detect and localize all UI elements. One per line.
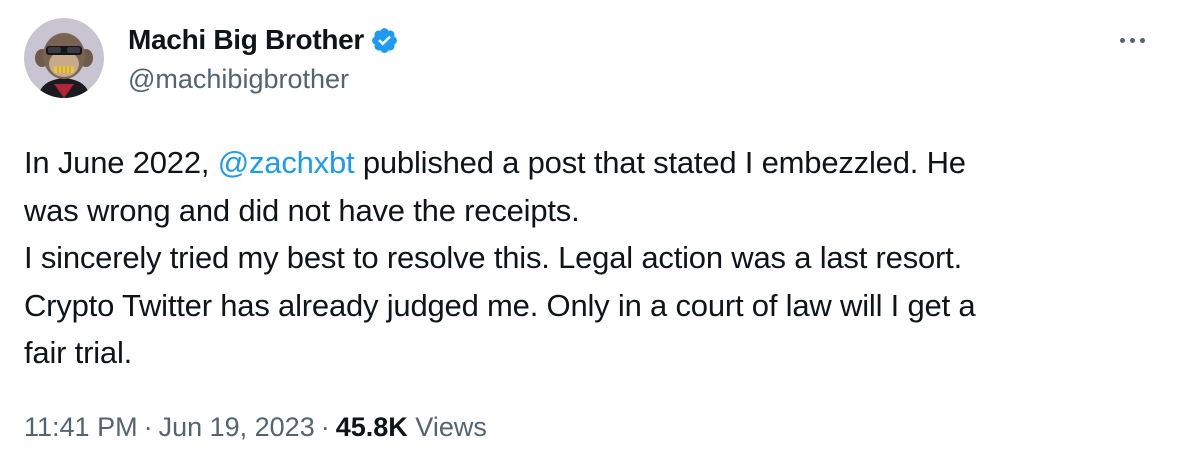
more-options-icon[interactable] <box>1112 24 1152 56</box>
tweet-text: In June 2022, @zachxbt published a post … <box>24 139 1154 377</box>
more-dot <box>1139 37 1145 43</box>
tweet-line: Crypto Twitter has already judged me. On… <box>24 287 976 323</box>
separator: · <box>143 412 153 442</box>
views-link[interactable]: 45.8K Views <box>336 412 487 442</box>
ape-avatar-icon <box>24 18 104 98</box>
author-name-row: Machi Big Brother <box>128 22 399 58</box>
display-name[interactable]: Machi Big Brother <box>128 24 364 56</box>
views-label: Views <box>415 412 487 442</box>
tweet-line: I sincerely tried my best to resolve thi… <box>24 240 962 275</box>
timestamp-link[interactable]: 11:41 PM · Jun 19, 2023 <box>24 412 315 442</box>
tweet-card: Machi Big Brother @machibigbrother In Ju… <box>0 0 1182 470</box>
verified-badge-icon <box>370 26 399 55</box>
avatar[interactable] <box>24 18 104 98</box>
separator: · <box>320 412 330 442</box>
tweet-meta: 11:41 PM · Jun 19, 2023 · 45.8K Views <box>24 412 487 443</box>
mention-link[interactable]: @zachxbt <box>218 145 355 180</box>
views-count: 45.8K <box>335 412 408 442</box>
tweet-date: Jun 19, 2023 <box>158 412 315 442</box>
tweet-text-segment: published a post that stated I embezzled… <box>354 145 966 180</box>
more-dot <box>1119 37 1125 43</box>
tweet-line: was wrong and did not have the receipts. <box>24 192 580 228</box>
author-handle[interactable]: @machibigbrother <box>128 64 349 95</box>
tweet-line: fair trial. <box>24 335 133 370</box>
more-dot <box>1129 37 1135 43</box>
tweet-line: In June 2022, @zachxbt published a post … <box>24 139 1154 187</box>
tweet-time: 11:41 PM <box>24 412 138 442</box>
tweet-text-segment: In June 2022, <box>24 145 218 180</box>
